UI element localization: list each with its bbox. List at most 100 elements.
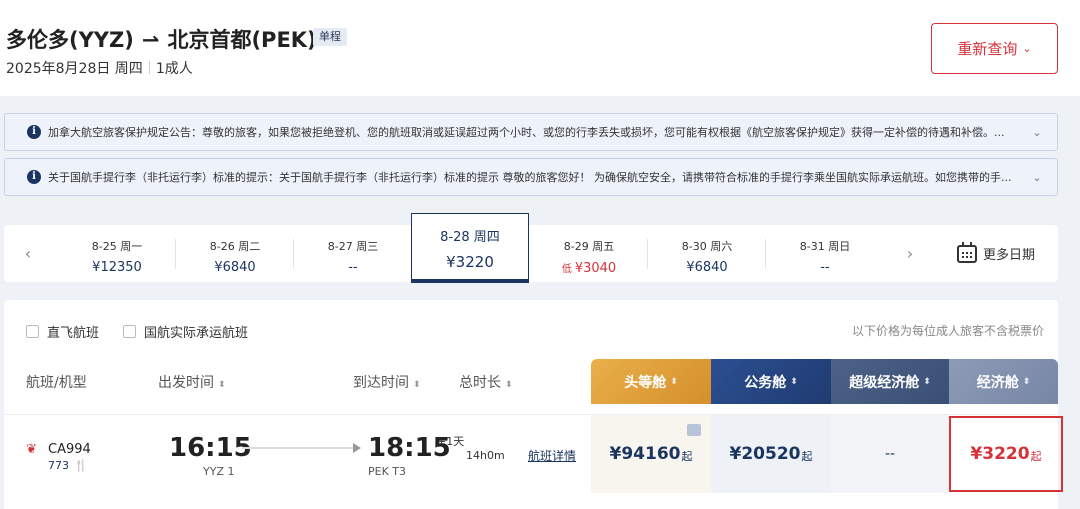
destination-city: 北京首都(PEK) [167,28,317,52]
column-label: 总时长 [459,375,501,391]
route-arrow-icon: ⇀ [141,28,160,52]
checkbox-label: 直飞航班 [47,326,100,341]
price-from-suffix: 起 [681,450,693,463]
route-title: 多伦多(YYZ) ⇀ 北京首都(PEK) [6,24,317,54]
direct-flights-checkbox[interactable]: 直飞航班 [26,322,99,341]
date-price: ¥6840 [214,260,256,275]
date-option[interactable]: 8-30 周六 ¥6840 [648,225,766,282]
flight-results: 直飞航班 国航实际承运航班 以下价格为每位成人旅客不含税票价 航班/机型 出发时… [4,300,1063,509]
header: 多伦多(YYZ) ⇀ 北京首都(PEK) 单程 2025年8月28日 周四 1成人 重… [0,0,1080,96]
chevron-right-icon[interactable]: › [886,225,934,282]
chevron-down-icon[interactable]: ⌄ [1017,126,1057,139]
chevron-left-icon[interactable]: ‹ [4,225,52,282]
column-header-flight: 航班/机型 [26,375,87,391]
trip-summary: 2025年8月28日 周四 1成人 [6,58,193,78]
departure-time: 16:15 [169,433,252,463]
column-label: 到达时间 [353,375,409,391]
date-price: 低 ¥3040 [530,260,648,276]
date-option[interactable]: 8-26 周二 ¥6840 [176,225,294,282]
price-first-class[interactable]: ¥94160 起 [591,415,711,493]
date-option[interactable]: 8-25 周一 ¥12350 [58,225,176,282]
date-label: 8-30 周六 [681,240,733,253]
price-note: 以下价格为每位成人旅客不含税票价 [851,324,1044,338]
checkbox-box[interactable] [123,325,137,338]
filter-bar: 直飞航班 国航实际承运航班 [26,322,272,341]
sort-icon: ⬍ [670,376,678,387]
date-option[interactable]: 8-27 周三 -- [294,225,412,282]
price-value: ¥94160 [609,444,681,464]
date-label: 8-26 周二 [209,240,261,253]
cabin-label: 公务舱 [744,374,787,391]
date-label: 8-31 周日 [799,240,851,253]
sort-icon: ⬍ [1022,376,1031,387]
date-label: 8-28 周四 [440,230,500,245]
info-icon: i [27,125,41,139]
cabin-label: 超级经济舱 [849,374,920,391]
cabin-header-business[interactable]: 公务舱 ⬍ [711,359,831,404]
date-option[interactable]: 8-29 周五 低 ¥3040 [530,225,648,282]
price-from-suffix: 起 [1030,450,1042,463]
flight-details-link[interactable]: 航班详情 [528,447,576,464]
requery-label: 重新查询 [957,40,1018,58]
price-business-class[interactable]: ¥20520 起 [711,415,831,493]
aircraft-type: 773 [48,459,69,472]
date-price: ¥6840 [686,260,728,275]
notice-text: 加拿大航空旅客保护规定公告：尊敬的旅客，如果您被拒绝登机、您的航班取消或延误超过… [48,126,1005,139]
sort-icon: ⬍ [218,380,226,390]
chevron-down-icon[interactable]: ⌄ [1017,171,1057,184]
price-value: ¥3220 [970,444,1030,464]
column-header-arrive[interactable]: 到达时间 ⬍ [353,372,421,392]
sort-icon: ⬍ [505,380,513,390]
arrival-airport: PEK T3 [368,465,407,478]
flat-bed-icon [687,424,701,436]
price-premium-economy: -- [831,415,949,493]
notice-text: 关于国航手提行李（非托运行李）标准的提示：关于国航手提行李（非托运行李）标准的提… [48,171,1012,184]
column-header-depart[interactable]: 出发时间 ⬍ [158,372,226,392]
more-dates-label: 更多日期 [983,248,1036,263]
divider [148,61,150,74]
origin-city: 多伦多(YYZ) [6,28,134,52]
date-price: ¥3220 [446,253,494,271]
date-price: -- [820,260,830,275]
flight-number: CA994 [48,442,91,457]
trip-type-badge: 单程 [313,28,347,46]
checkbox-label: 国航实际承运航班 [144,326,249,341]
date-label: 8-25 周一 [91,240,143,253]
column-header-duration[interactable]: 总时长 ⬍ [459,372,513,392]
flight-duration: 14h0m [466,449,505,462]
price-economy-class[interactable]: ¥3220 起 [949,416,1063,492]
meal-icon: 🍴 [74,459,88,472]
cabin-header-first[interactable]: 头等舱 ⬍ [591,359,711,404]
date-label: 8-27 周三 [327,240,379,253]
cabin-header-premium-economy[interactable]: 超级经济舱 ⬍ [831,359,949,404]
sort-icon: ⬍ [923,376,931,387]
notice-banner-carry-on-baggage[interactable]: i 关于国航手提行李（非托运行李）标准的提示：关于国航手提行李（非托运行李）标准… [4,158,1058,196]
date-label: 8-29 周五 [563,240,615,253]
requery-button[interactable]: 重新查询 ⌄ [931,23,1058,74]
calendar-icon [957,241,977,263]
flight-row: ❦ CA994 773 🍴 16:15 YYZ 1 18:15 +1天 PEK … [4,414,1063,493]
column-label: 出发时间 [158,375,214,391]
departure-airport: YYZ 1 [203,465,235,478]
passenger-count: 1成人 [155,61,193,77]
date-option[interactable]: 8-31 周日 -- [766,225,884,282]
date-price: -- [348,260,358,275]
flight-path-arrow-icon [242,443,361,453]
more-dates-button[interactable]: 更多日期 [957,225,1035,282]
price-from-suffix: 起 [801,450,813,463]
date-price-value: ¥3040 [574,261,617,276]
air-china-logo-icon: ❦ [26,441,37,457]
date-option-selected[interactable]: 8-28 周四 ¥3220 [411,213,529,283]
date-selector: ‹ 8-25 周一 ¥12350 8-26 周二 ¥6840 8-27 周三 -… [4,213,1058,283]
cabin-label: 经济舱 [976,374,1019,391]
sort-icon: ⬍ [413,380,421,390]
chevron-down-icon: ⌄ [1022,42,1032,55]
cabin-header-economy[interactable]: 经济舱 ⬍ [949,359,1058,404]
operated-flights-checkbox[interactable]: 国航实际承运航班 [123,322,248,341]
notice-banner-passenger-protection[interactable]: i 加拿大航空旅客保护规定公告：尊敬的旅客，如果您被拒绝登机、您的航班取消或延误… [4,113,1058,151]
price-value: ¥20520 [729,444,801,464]
lowest-price-tag: 低 [561,264,572,275]
next-day-indicator: +1天 [437,435,465,448]
checkbox-box[interactable] [26,325,39,338]
airline-info: ❦ CA994 [26,442,91,457]
